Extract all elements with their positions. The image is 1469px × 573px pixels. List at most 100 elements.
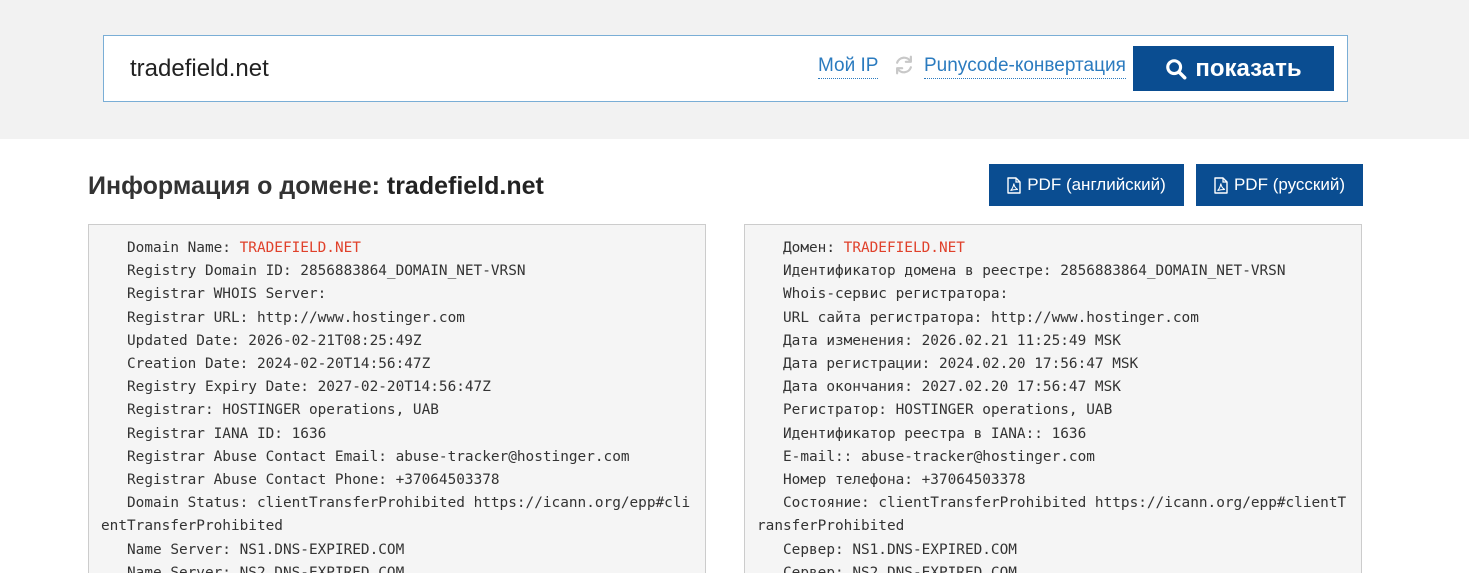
- whois-value: NS2.DNS-EXPIRED.COM: [239, 564, 405, 573]
- show-button-label: показать: [1195, 54, 1302, 82]
- whois-line: Domain Name: TRADEFIELD.NET: [101, 237, 693, 260]
- pdf-russian-button[interactable]: PDF (русский): [1196, 164, 1363, 206]
- whois-line: Creation Date: 2024-02-20T14:56:47Z: [101, 353, 693, 376]
- whois-value: 2856883864_DOMAIN_NET-VRSN: [1060, 263, 1286, 280]
- whois-line: Registrar Abuse Contact Email: abuse-tra…: [101, 446, 693, 469]
- whois-value: 1636: [291, 425, 327, 442]
- whois-line: Registry Domain ID: 2856883864_DOMAIN_NE…: [101, 260, 693, 283]
- whois-value: +37064503378: [395, 472, 500, 489]
- show-button[interactable]: показать: [1133, 46, 1334, 91]
- page-title: Информация о домене: tradefield.net: [88, 170, 544, 202]
- whois-key: Registry Domain ID:: [101, 263, 301, 280]
- whois-key: Идентификатор домена в реестре:: [757, 263, 1061, 280]
- search-icon: [1166, 58, 1187, 79]
- whois-key: Registrar:: [101, 402, 223, 419]
- whois-value: 2026.02.21 11:25:49 MSK: [921, 332, 1121, 349]
- whois-english-text: Domain Name: TRADEFIELD.NET Registry Dom…: [101, 237, 693, 573]
- whois-key: Name Server:: [101, 541, 240, 558]
- pdf-english-button[interactable]: PDF (английский): [989, 164, 1184, 206]
- whois-key: Дата окончания:: [757, 379, 922, 396]
- whois-line: Name Server: NS1.DNS-EXPIRED.COM: [101, 539, 693, 562]
- whois-value: NS1.DNS-EXPIRED.COM: [852, 541, 1017, 558]
- whois-key: Whois-сервис регистратора:: [757, 286, 1009, 303]
- whois-russian-panel: Домен: TRADEFIELD.NET Идентификатор доме…: [744, 224, 1362, 573]
- whois-line: Registry Expiry Date: 2027-02-20T14:56:4…: [101, 376, 693, 399]
- whois-key: Updated Date:: [101, 332, 249, 349]
- whois-value: abuse-tracker@hostinger.com: [395, 448, 630, 465]
- whois-value: 2027-02-20T14:56:47Z: [317, 379, 491, 396]
- whois-key: Домен:: [757, 240, 844, 256]
- whois-line: Registrar URL: http://www.hostinger.com: [101, 307, 693, 330]
- whois-line: Domain Status: clientTransferProhibited …: [101, 492, 693, 538]
- whois-value: 2024.02.20 17:56:47 MSK: [938, 356, 1139, 373]
- whois-line: Дата изменения: 2026.02.21 11:25:49 MSK: [757, 330, 1349, 353]
- search-box: Мой IP Punycode-конвертация показать: [103, 35, 1348, 102]
- whois-key: Name Server:: [101, 564, 240, 573]
- whois-value: http://www.hostinger.com: [256, 309, 465, 326]
- whois-line: Registrar: HOSTINGER operations, UAB: [101, 399, 693, 422]
- whois-value: 2024-02-20T14:56:47Z: [256, 356, 431, 373]
- whois-key: Registrar Abuse Contact Phone:: [101, 472, 396, 489]
- whois-key: Registrar WHOIS Server:: [101, 286, 327, 303]
- whois-key: URL сайта регистратора:: [757, 309, 991, 326]
- whois-line: Дата окончания: 2027.02.20 17:56:47 MSK: [757, 376, 1349, 399]
- pdf-english-label: PDF (английский): [1027, 175, 1166, 194]
- whois-line: Updated Date: 2026-02-21T08:25:49Z: [101, 330, 693, 353]
- whois-value: HOSTINGER operations, UAB: [222, 402, 439, 419]
- whois-line: URL сайта регистратора: http://www.hosti…: [757, 307, 1349, 330]
- pdf-file-icon: [1214, 176, 1228, 194]
- whois-key: Дата регистрации:: [757, 356, 939, 373]
- whois-value: 2027.02.20 17:56:47 MSK: [921, 379, 1121, 396]
- whois-line: Registrar Abuse Contact Phone: +37064503…: [101, 469, 693, 492]
- whois-key: Domain Status:: [101, 495, 257, 512]
- whois-line: Номер телефона: +37064503378: [757, 469, 1349, 492]
- whois-value: 1636: [1051, 425, 1087, 442]
- whois-key: Идентификатор реестра в IANA::: [757, 425, 1052, 442]
- whois-english-panel: Domain Name: TRADEFIELD.NET Registry Dom…: [88, 224, 706, 573]
- whois-value: abuse-tracker@hostinger.com: [860, 448, 1095, 465]
- whois-value: 2856883864_DOMAIN_NET-VRSN: [300, 263, 526, 280]
- whois-line: Идентификатор реестра в IANA:: 1636: [757, 423, 1349, 446]
- refresh-icon[interactable]: [893, 54, 915, 76]
- whois-value: +37064503378: [921, 472, 1026, 489]
- whois-line: Состояние: clientTransferProhibited http…: [757, 492, 1349, 538]
- whois-line: Домен: TRADEFIELD.NET: [757, 237, 1349, 260]
- whois-value: NS1.DNS-EXPIRED.COM: [239, 541, 405, 558]
- whois-line: Идентификатор домена в реестре: 28568838…: [757, 260, 1349, 283]
- whois-line: Регистратор: HOSTINGER operations, UAB: [757, 399, 1349, 422]
- whois-key: Registry Expiry Date:: [101, 379, 318, 396]
- whois-key: Registrar Abuse Contact Email:: [101, 448, 396, 465]
- whois-russian-text: Домен: TRADEFIELD.NET Идентификатор доме…: [757, 237, 1349, 573]
- whois-line: Name Server: NS2.DNS-EXPIRED.COM: [101, 562, 693, 573]
- whois-line: Registrar IANA ID: 1636: [101, 423, 693, 446]
- whois-value: TRADEFIELD.NET: [239, 240, 361, 256]
- whois-value: NS2.DNS-EXPIRED.COM: [852, 564, 1017, 573]
- punycode-link[interactable]: Punycode-конвертация: [924, 54, 1126, 79]
- pdf-russian-label: PDF (русский): [1233, 175, 1346, 194]
- whois-line: Сервер: NS2.DNS-EXPIRED.COM: [757, 562, 1349, 573]
- page-title-prefix: Информация о домене:: [88, 172, 387, 200]
- page-title-domain: tradefield.net: [386, 172, 544, 200]
- pdf-file-icon: [1007, 176, 1021, 194]
- whois-line: Registrar WHOIS Server:: [101, 283, 693, 306]
- whois-line: Whois-сервис регистратора:: [757, 283, 1349, 306]
- whois-key: Состояние:: [757, 495, 879, 512]
- whois-line: Сервер: NS1.DNS-EXPIRED.COM: [757, 539, 1349, 562]
- whois-key: Creation Date:: [101, 356, 257, 373]
- whois-key: Domain Name:: [101, 240, 240, 256]
- whois-key: E-mail::: [757, 448, 861, 465]
- whois-value: TRADEFIELD.NET: [843, 240, 965, 256]
- whois-key: Сервер:: [757, 564, 853, 573]
- my-ip-link[interactable]: Мой IP: [818, 54, 879, 79]
- whois-value: HOSTINGER operations, UAB: [895, 402, 1113, 419]
- whois-line: E-mail:: abuse-tracker@hostinger.com: [757, 446, 1349, 469]
- whois-key: Дата изменения:: [757, 332, 922, 349]
- whois-key: Сервер:: [757, 541, 853, 558]
- whois-key: Registrar IANA ID:: [101, 425, 292, 442]
- whois-key: Регистратор:: [757, 402, 896, 419]
- whois-value: 2026-02-21T08:25:49Z: [248, 332, 422, 349]
- domain-search-input[interactable]: [130, 50, 790, 88]
- whois-key: Номер телефона:: [757, 472, 922, 489]
- whois-value: http://www.hostinger.com: [990, 309, 1199, 326]
- whois-key: Registrar URL:: [101, 309, 257, 326]
